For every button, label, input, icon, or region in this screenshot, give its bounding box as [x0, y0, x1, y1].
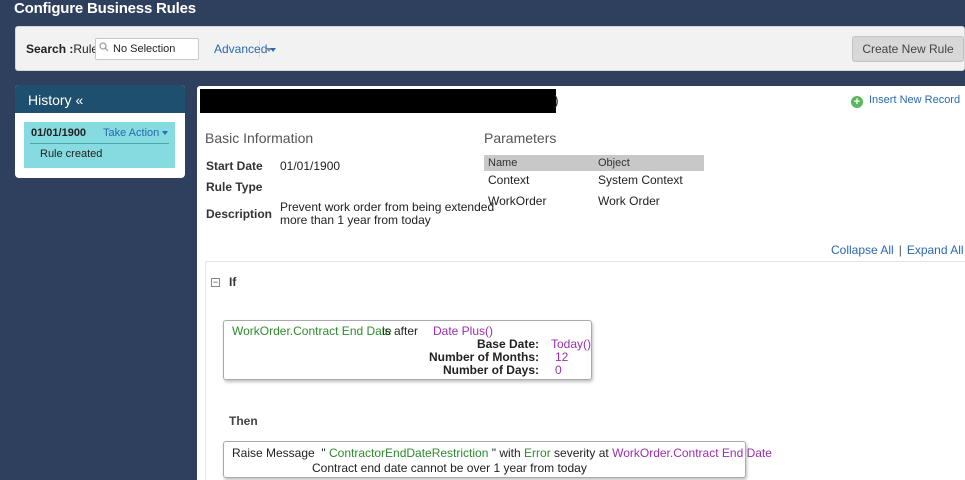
- start-date-label: Start Date: [206, 159, 263, 173]
- condition-field[interactable]: WorkOrder.Contract End Date: [232, 324, 392, 338]
- advanced-link[interactable]: Advanced: [214, 42, 277, 56]
- action-line: Raise Message " ContractorEndDateRestric…: [232, 446, 772, 460]
- link-separator: |: [898, 243, 902, 257]
- start-date-value: 01/01/1900: [280, 159, 341, 173]
- collapse-expand-controls: Collapse All | Expand All: [831, 243, 964, 257]
- collapse-toggle-icon[interactable]: −: [211, 278, 220, 287]
- param-label: Number of Months:: [429, 350, 539, 364]
- param-name: Context: [488, 173, 530, 187]
- collapse-all-link[interactable]: Collapse All: [831, 243, 894, 257]
- table-header: Name Object: [484, 155, 704, 171]
- basic-info-heading: Basic Information: [205, 130, 314, 146]
- param-object: System Context: [598, 173, 683, 187]
- search-icon: [99, 42, 109, 52]
- redacted-title: [200, 89, 556, 113]
- severity-value[interactable]: Error: [524, 446, 551, 460]
- divider: [30, 143, 169, 144]
- action-target[interactable]: WorkOrder.Contract End Date: [612, 446, 772, 460]
- description-label: Description: [206, 207, 273, 221]
- param-object: Work Order: [598, 194, 660, 208]
- rule-definition: − If WorkOrder.Contract End Date is afte…: [205, 261, 965, 480]
- expand-all-link[interactable]: Expand All: [907, 243, 964, 257]
- quote-open: ": [321, 446, 326, 460]
- message-name[interactable]: ContractorEndDateRestriction: [329, 446, 488, 460]
- then-label: Then: [229, 414, 258, 428]
- param-value[interactable]: 0: [555, 363, 562, 377]
- param-label: Base Date:: [476, 337, 539, 351]
- page-title: Configure Business Rules: [14, 0, 196, 17]
- chevron-down-icon: [162, 131, 169, 136]
- description-value: Prevent work order from being extended mo…: [280, 200, 495, 227]
- chevron-down-icon: [270, 47, 277, 52]
- search-value: No Selection: [113, 43, 176, 55]
- history-note: Rule created: [40, 148, 103, 160]
- title-suffix: ): [554, 92, 559, 108]
- column-header-name: Name: [488, 157, 518, 169]
- table-row: WorkOrder Work Order: [484, 192, 704, 213]
- create-new-rule-button[interactable]: Create New Rule: [852, 36, 964, 62]
- parameters-table: Name Object Context System Context WorkO…: [484, 155, 704, 213]
- with-text: " with: [491, 446, 521, 460]
- if-label: If: [229, 275, 237, 289]
- insert-new-record-link[interactable]: + Insert New Record: [851, 94, 960, 108]
- action-box[interactable]: Raise Message " ContractorEndDateRestric…: [223, 441, 772, 478]
- plus-circle-icon: +: [851, 96, 863, 108]
- history-panel: History « 01/01/1900 Take Action Rule cr…: [15, 85, 185, 178]
- condition-operator[interactable]: is after: [382, 324, 418, 338]
- param-value[interactable]: Today(): [551, 337, 591, 351]
- param-label: Number of Days:: [442, 363, 539, 377]
- param-name: WorkOrder: [488, 194, 547, 208]
- search-toolbar: Search :Rule No Selection Advanced Creat…: [15, 26, 965, 71]
- column-header-object: Object: [598, 157, 630, 169]
- history-item[interactable]: 01/01/1900 Take Action Rule created: [24, 122, 175, 168]
- rule-type-label: Rule Type: [206, 180, 263, 194]
- severity-at-text: severity at: [554, 446, 609, 460]
- param-value[interactable]: 12: [555, 350, 568, 364]
- search-label: Search :Rule: [26, 42, 99, 56]
- history-header[interactable]: History «: [15, 85, 185, 113]
- condition-box[interactable]: WorkOrder.Contract End Date is after Dat…: [223, 320, 592, 380]
- action-verb[interactable]: Raise Message: [232, 446, 315, 460]
- condition-function[interactable]: Date Plus(): [433, 324, 493, 338]
- history-date: 01/01/1900: [31, 127, 87, 139]
- rule-search-combobox[interactable]: No Selection: [95, 38, 272, 60]
- table-row: Context System Context: [484, 171, 704, 192]
- message-text: Contract end date cannot be over 1 year …: [312, 461, 587, 475]
- take-action-menu[interactable]: Take Action: [103, 127, 169, 139]
- rule-detail-panel: ) + Insert New Record Basic Information S…: [197, 86, 965, 480]
- parameters-heading: Parameters: [484, 130, 557, 146]
